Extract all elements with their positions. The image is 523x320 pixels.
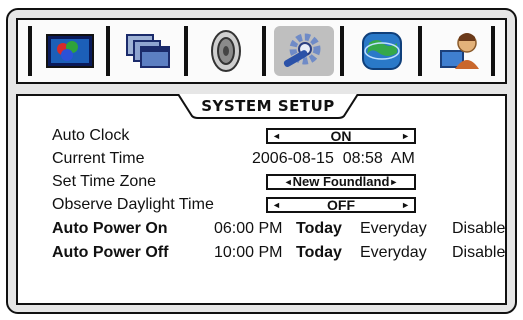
tab-system-setup[interactable]	[274, 26, 334, 76]
speaker-icon	[211, 30, 241, 72]
daylight-label: Observe Daylight Time	[52, 196, 214, 213]
panel-title-tab: SYSTEM SETUP	[178, 94, 358, 120]
arrow-left-icon[interactable]: ◄	[284, 176, 293, 188]
osd-frame: SYSTEM SETUP Auto Clock ◄ ON ► Current T…	[6, 8, 517, 314]
power-off-day[interactable]: Today	[296, 243, 342, 263]
power-on-repeat[interactable]: Everyday	[360, 219, 427, 239]
arrow-left-icon[interactable]: ◄	[272, 199, 281, 211]
auto-power-on-label: Auto Power On	[52, 220, 168, 237]
current-time-value: 2006-08-15 08:58 AM	[252, 150, 415, 167]
power-on-day[interactable]: Today	[296, 219, 342, 239]
time-zone-select[interactable]: ◄ New Foundland ►	[266, 174, 416, 190]
menu-tab-bar	[16, 18, 507, 84]
arrow-left-icon[interactable]: ◄	[272, 130, 281, 142]
time-zone-value: New Foundland	[292, 174, 390, 189]
settings-tool-icon	[283, 33, 321, 67]
page-title: SYSTEM SETUP	[201, 97, 335, 115]
power-on-time[interactable]: 06:00 PM	[214, 219, 282, 239]
globe-icon	[362, 32, 402, 70]
arrow-right-icon[interactable]: ►	[401, 199, 410, 211]
system-setup-panel: SYSTEM SETUP Auto Clock ◄ ON ► Current T…	[16, 94, 507, 305]
power-off-state[interactable]: Disable	[452, 243, 505, 263]
windows-icon	[126, 34, 170, 68]
daylight-select[interactable]: ◄ OFF ►	[266, 197, 416, 213]
time-zone-label: Set Time Zone	[52, 173, 157, 190]
tab-network[interactable]	[352, 26, 412, 76]
auto-clock-value: ON	[330, 128, 352, 144]
power-off-repeat[interactable]: Everyday	[360, 243, 427, 263]
tab-window[interactable]	[118, 26, 178, 76]
user-icon	[440, 33, 479, 69]
power-off-time[interactable]: 10:00 PM	[214, 243, 282, 263]
auto-clock-select[interactable]: ◄ ON ►	[266, 128, 416, 144]
arrow-right-icon[interactable]: ►	[389, 176, 398, 188]
power-on-state[interactable]: Disable	[452, 219, 505, 239]
display-icon	[46, 34, 94, 68]
tab-audio[interactable]	[196, 26, 256, 76]
arrow-right-icon[interactable]: ►	[401, 130, 410, 142]
daylight-value: OFF	[327, 197, 355, 213]
auto-clock-label: Auto Clock	[52, 127, 130, 144]
current-time-label: Current Time	[52, 150, 145, 167]
tab-user[interactable]	[430, 26, 490, 76]
tab-picture[interactable]	[40, 26, 100, 76]
auto-power-off-label: Auto Power Off	[52, 244, 169, 261]
